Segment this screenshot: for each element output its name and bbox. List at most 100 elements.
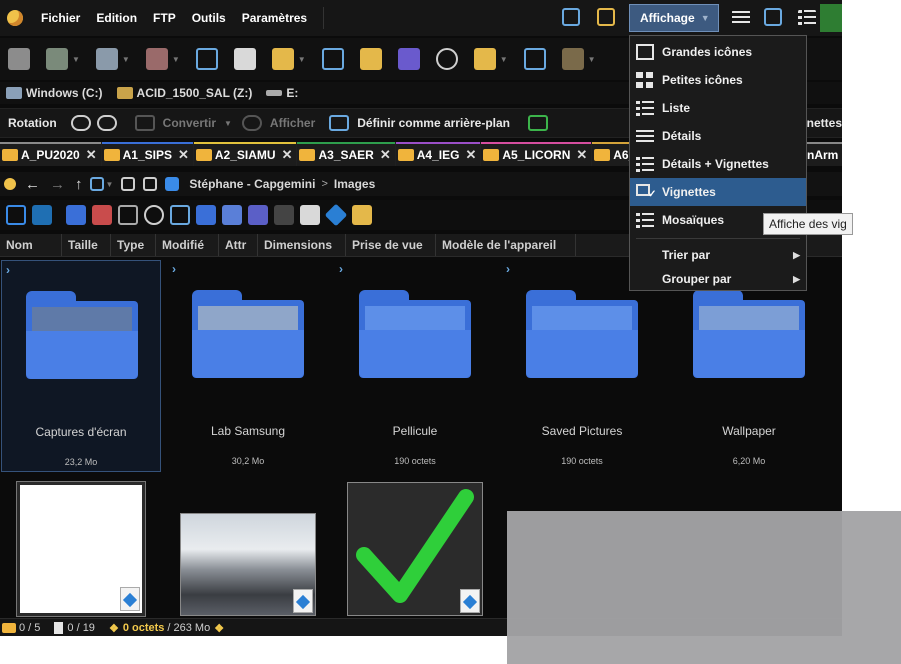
azure-icon[interactable] xyxy=(324,203,348,227)
tools-icon[interactable] xyxy=(118,205,138,225)
calendar-31-icon[interactable] xyxy=(66,205,86,225)
search-icon[interactable] xyxy=(195,48,218,70)
close-icon[interactable]: ✕ xyxy=(465,147,476,163)
folder-item[interactable]: › Lab Samsung 30,2 Mo xyxy=(168,260,328,472)
menu-item-petites-icones[interactable]: Petites icônes xyxy=(630,66,806,94)
chevron-down-icon[interactable]: ▼ xyxy=(500,55,508,64)
column-nom[interactable]: Nom xyxy=(0,234,62,256)
folder-link-icon[interactable] xyxy=(561,48,584,70)
folder-item[interactable]: › Wallpaper 6,20 Mo xyxy=(669,260,829,472)
terminal-icon[interactable] xyxy=(820,4,842,32)
menu-item-grouper-par[interactable]: Grouper par ▶ xyxy=(630,267,806,291)
column-dimensions[interactable]: Dimensions xyxy=(258,234,346,256)
column-type[interactable]: Type xyxy=(111,234,156,256)
breadcrumb-user[interactable]: Stéphane - Capgemini xyxy=(189,177,315,191)
column-modele[interactable]: Modèle de l'appareil xyxy=(436,234,576,256)
close-icon[interactable]: ✕ xyxy=(380,147,391,163)
cloud-add-icon[interactable] xyxy=(435,48,458,70)
affichage-menu-button[interactable]: Affichage ▼ xyxy=(629,4,719,32)
delete-icon[interactable] xyxy=(145,48,168,70)
wallpaper-icon[interactable] xyxy=(329,115,350,131)
new-file-icon[interactable] xyxy=(233,48,256,70)
tab-a3-saer[interactable]: A3_SAER ✕ xyxy=(297,142,395,166)
chevron-down-icon[interactable]: ▼ xyxy=(122,55,130,64)
tab-narm[interactable]: nArm xyxy=(805,142,842,166)
close-icon[interactable]: ✕ xyxy=(576,147,587,163)
column-modifie[interactable]: Modifié xyxy=(156,234,219,256)
menu-item-details[interactable]: Détails xyxy=(630,122,806,150)
menu-item-grandes-icones[interactable]: Grandes icônes xyxy=(630,38,806,66)
menu-parametres[interactable]: Paramètres xyxy=(234,11,315,25)
panel-layout-icon[interactable] xyxy=(121,177,136,191)
chevron-right-icon[interactable]: › xyxy=(506,262,510,276)
forward-arrow-icon[interactable]: → xyxy=(50,176,65,193)
horse-logo-icon[interactable] xyxy=(274,205,294,225)
print-icon[interactable] xyxy=(95,48,118,70)
column-prise-de-vue[interactable]: Prise de vue xyxy=(346,234,436,256)
drive-acid[interactable]: ACID_1500_SAL (Z:) xyxy=(116,86,252,100)
column-taille[interactable]: Taille xyxy=(62,234,111,256)
chevron-right-icon[interactable]: › xyxy=(6,263,10,277)
menu-outils[interactable]: Outils xyxy=(184,11,234,25)
menu-item-liste[interactable]: Liste xyxy=(630,94,806,122)
panel-icon[interactable] xyxy=(764,8,782,26)
tab-a2-siamu[interactable]: A2_SIAMU ✕ xyxy=(193,142,297,166)
browser-icon[interactable] xyxy=(523,48,546,70)
chevron-down-icon[interactable]: ▼ xyxy=(106,180,114,189)
tab-a1-sips[interactable]: A1_SIPS ✕ xyxy=(101,142,193,166)
chevron-down-icon[interactable]: ▼ xyxy=(588,55,596,64)
back-arrow-icon[interactable]: ← xyxy=(25,176,40,193)
chevron-down-icon[interactable]: ▼ xyxy=(172,55,180,64)
close-icon[interactable]: ✕ xyxy=(86,147,97,163)
image-thumbnail-checkmark[interactable] xyxy=(347,482,483,616)
teams-icon[interactable] xyxy=(248,205,268,225)
drive-windows[interactable]: Windows (C:) xyxy=(6,86,103,100)
film-icon[interactable] xyxy=(170,205,190,225)
close-icon[interactable]: ✕ xyxy=(282,147,293,163)
folder-sync-icon[interactable] xyxy=(359,48,382,70)
target-icon[interactable] xyxy=(144,205,164,225)
menu-item-details-vignettes[interactable]: Détails + Vignettes xyxy=(630,150,806,178)
home-icon[interactable] xyxy=(4,178,16,190)
rotate-left-icon[interactable] xyxy=(70,115,91,131)
thumbnails-toggle-icon[interactable] xyxy=(527,115,548,131)
copy-icon[interactable] xyxy=(8,48,30,70)
folder-item[interactable]: › Pellicule 190 octets xyxy=(335,260,495,472)
sharepoint-icon[interactable] xyxy=(32,205,52,225)
images-icon[interactable] xyxy=(165,177,180,191)
convert-icon[interactable] xyxy=(134,115,155,131)
tab-a-pu2020[interactable]: A_PU2020 ✕ xyxy=(0,142,101,166)
md5-lock-icon[interactable] xyxy=(397,48,420,70)
magnifier-icon[interactable] xyxy=(241,115,262,131)
folder-item[interactable]: › Saved Pictures 190 octets xyxy=(502,260,662,472)
chevron-right-icon[interactable]: › xyxy=(172,262,176,276)
image-thumbnail-office[interactable] xyxy=(180,513,316,616)
copy-path-icon[interactable] xyxy=(143,177,158,191)
folder-white-icon[interactable] xyxy=(300,205,320,225)
user-group-icon[interactable] xyxy=(222,205,242,225)
folder-settings-icon[interactable] xyxy=(473,48,496,70)
menu-item-trier-par[interactable]: Trier par ▶ xyxy=(630,243,806,267)
menu-ftp[interactable]: FTP xyxy=(145,11,184,25)
menu-edition[interactable]: Edition xyxy=(88,11,145,25)
move-icon[interactable] xyxy=(46,48,68,70)
vignettes-partial-label[interactable]: nettes xyxy=(807,116,842,130)
calendar-28-icon[interactable] xyxy=(92,205,112,225)
copy-icon[interactable] xyxy=(6,205,26,225)
tab-a5-licorn[interactable]: A5_LICORN ✕ xyxy=(481,142,592,166)
rotate-right-icon[interactable] xyxy=(96,115,117,131)
hamburger-icon[interactable] xyxy=(732,9,750,27)
chevron-down-icon[interactable]: ▼ xyxy=(224,119,232,128)
image-thumbnail-blank[interactable] xyxy=(16,481,146,617)
menu-fichier[interactable]: Fichier xyxy=(33,11,88,25)
chevron-down-icon[interactable]: ▼ xyxy=(298,55,306,64)
chevron-right-icon[interactable]: › xyxy=(339,262,343,276)
folder-item[interactable]: › Captures d'écran 23,2 Mo xyxy=(1,260,161,472)
close-icon[interactable]: ✕ xyxy=(178,147,189,163)
afficher-button[interactable]: Afficher xyxy=(270,116,315,130)
folder-view-icon[interactable] xyxy=(89,177,104,191)
drive-e[interactable]: E: xyxy=(266,86,298,100)
set-wallpaper-button[interactable]: Définir comme arrière-plan xyxy=(357,116,510,130)
menu-item-vignettes[interactable]: ✓ Vignettes xyxy=(630,178,806,206)
breadcrumb-images[interactable]: Images xyxy=(334,177,375,191)
